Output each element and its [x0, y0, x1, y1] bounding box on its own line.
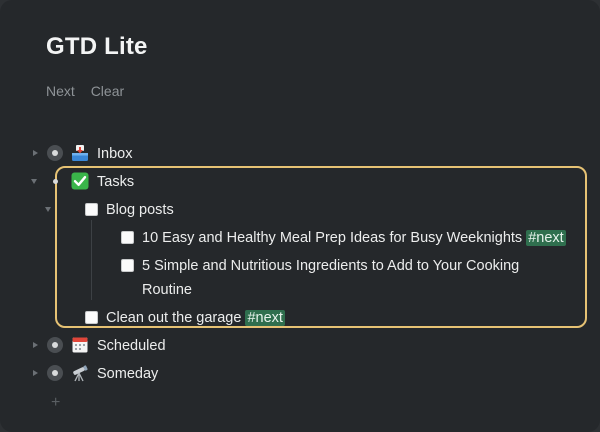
clear-button[interactable]: Clear [91, 83, 124, 99]
task-checkbox[interactable] [121, 231, 134, 244]
expand-arrow-icon[interactable] [33, 342, 38, 348]
add-item-button[interactable]: + [51, 394, 60, 412]
bullet-dot-icon[interactable] [53, 179, 58, 184]
task-text: 10 Easy and Healthy Meal Prep Ideas for … [142, 230, 523, 246]
expand-arrow-icon[interactable] [33, 370, 38, 376]
indent-guide [91, 220, 92, 300]
someday-label[interactable]: Someday [97, 362, 158, 386]
task-checkbox[interactable] [85, 311, 98, 324]
task-checkbox[interactable] [121, 259, 134, 272]
expand-arrow-icon[interactable] [33, 150, 38, 156]
next-button[interactable]: Next [46, 83, 75, 99]
action-bar: Next Clear [46, 83, 136, 99]
app-window: GTD Lite Next Clear Inbox Tasks Blog pos… [0, 0, 600, 432]
scheduled-label[interactable]: Scheduled [97, 334, 166, 358]
blog-posts-label[interactable]: Blog posts [106, 198, 174, 222]
task-item-continuation: Routine [142, 282, 192, 298]
bullet-icon[interactable] [47, 365, 63, 381]
task-item[interactable]: 10 Easy and Healthy Meal Prep Ideas for … [142, 226, 566, 250]
tasks-label[interactable]: Tasks [97, 170, 134, 194]
bullet-icon[interactable] [47, 337, 63, 353]
calendar-icon [72, 337, 88, 353]
bullet-icon[interactable] [47, 145, 63, 161]
next-tag[interactable]: #next [526, 230, 566, 246]
inbox-label[interactable]: Inbox [97, 142, 132, 166]
telescope-icon [73, 365, 88, 382]
page-title: GTD Lite [46, 33, 148, 60]
task-text: Clean out the garage [106, 310, 242, 326]
collapse-arrow-icon[interactable] [31, 179, 37, 184]
check-mark-icon [71, 172, 89, 190]
collapse-arrow-icon[interactable] [45, 207, 51, 212]
inbox-tray-icon [72, 145, 88, 161]
task-item[interactable]: Clean out the garage #next [106, 306, 285, 330]
next-tag[interactable]: #next [245, 310, 285, 326]
task-checkbox[interactable] [85, 203, 98, 216]
task-item[interactable]: 5 Simple and Nutritious Ingredients to A… [142, 254, 519, 278]
